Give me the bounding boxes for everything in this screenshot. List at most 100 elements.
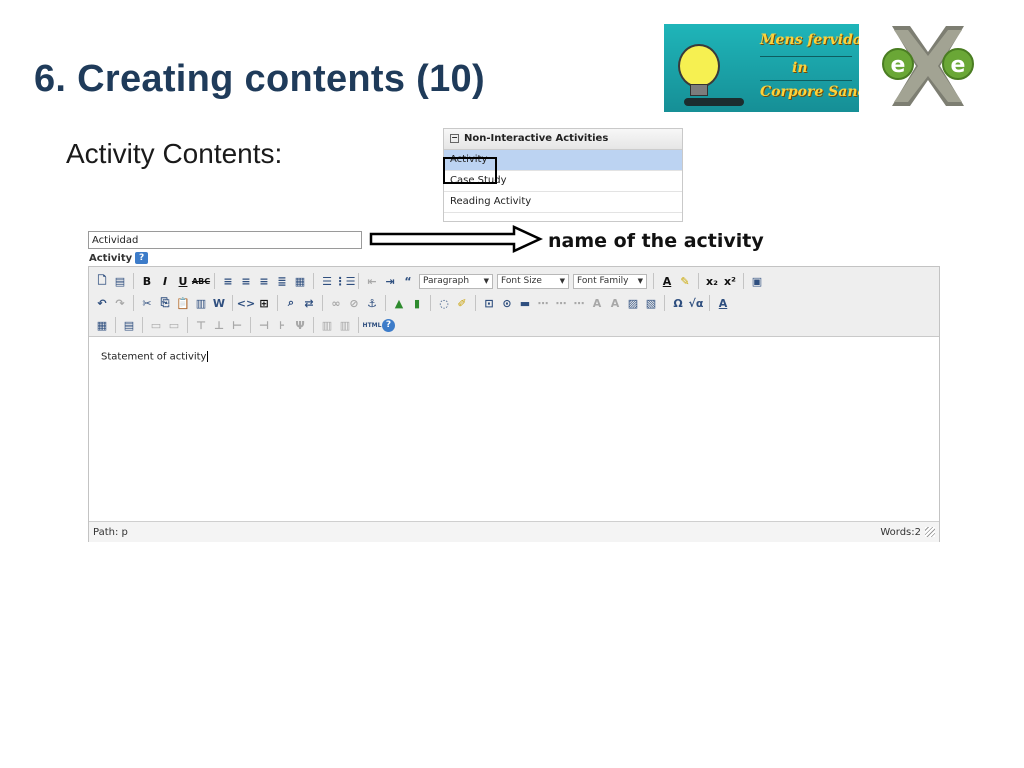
editor-toolbar: 🗋 ▤ B I U ABC ≡ ≡ ≡ ≣ ▦ ☰ ⋮☰ ⇤ ⇥ “ Parag…: [89, 267, 939, 337]
slide-title: 6. Creating contents (10): [34, 58, 485, 100]
paste-word-icon[interactable]: W: [211, 295, 227, 311]
dropdown-arrow-icon: ▼: [637, 277, 643, 285]
link-icon[interactable]: ∞: [328, 295, 344, 311]
replace-icon[interactable]: ⇄: [301, 295, 317, 311]
underline-icon[interactable]: U: [175, 273, 191, 289]
help-icon[interactable]: ?: [135, 252, 149, 264]
unlink-icon[interactable]: ⊘: [346, 295, 362, 311]
rich-text-editor: 🗋 ▤ B I U ABC ≡ ≡ ≡ ≣ ▦ ☰ ⋮☰ ⇤ ⇥ “ Parag…: [88, 266, 940, 542]
hr-icon[interactable]: ▬: [517, 295, 533, 311]
category-header[interactable]: − Non-Interactive Activities: [444, 129, 682, 150]
arrow-right-icon: [369, 225, 543, 253]
italic-icon[interactable]: I: [157, 273, 173, 289]
spelling-icon[interactable]: A: [715, 295, 731, 311]
align-right-icon[interactable]: ≡: [256, 273, 272, 289]
video-icon[interactable]: ▮: [409, 295, 425, 311]
table-delete-icon[interactable]: ▥: [319, 317, 335, 333]
slide-subtitle: Activity Contents:: [66, 138, 283, 169]
callout-label: name of the activity: [548, 230, 764, 252]
help-icon[interactable]: ?: [382, 318, 395, 332]
paragraph-format-select[interactable]: Paragraph ▼: [419, 273, 493, 289]
media-icon[interactable]: ▣: [749, 273, 765, 289]
anchor-icon[interactable]: ⚓: [364, 295, 380, 311]
styles-icon[interactable]: ▦: [292, 273, 308, 289]
align-center-icon[interactable]: ≡: [238, 273, 254, 289]
pagebreak-icon[interactable]: ⋯: [553, 295, 569, 311]
cut-icon[interactable]: ✂: [139, 295, 155, 311]
find-icon[interactable]: ⌕: [283, 295, 299, 311]
editor-statusbar: Path: p Words:2: [89, 521, 939, 542]
image-map-icon[interactable]: ▧: [643, 295, 659, 311]
blockquote-icon[interactable]: “: [400, 273, 416, 289]
advhr-icon[interactable]: ⊙: [499, 295, 515, 311]
bold-icon[interactable]: B: [139, 273, 155, 289]
align-justify-icon[interactable]: ≣: [274, 273, 290, 289]
visualchars-icon[interactable]: ⋯: [571, 295, 587, 311]
remove-format-icon[interactable]: ✐: [454, 295, 470, 311]
category-item-reading-activity[interactable]: Reading Activity: [444, 192, 682, 213]
highlight-icon[interactable]: ✎: [677, 273, 693, 289]
split-icon[interactable]: ⊦: [274, 317, 290, 333]
strikethrough-icon[interactable]: ABC: [192, 273, 210, 289]
templates-icon[interactable]: ▤: [112, 273, 128, 289]
col-props-icon[interactable]: Ψ: [292, 317, 308, 333]
text-cursor: [207, 351, 209, 362]
lightbulb-icon: [678, 44, 720, 88]
editor-label: Activity?: [89, 252, 149, 264]
selection-highlight-box: [443, 157, 497, 184]
fullscreen-icon[interactable]: ⊞: [256, 295, 272, 311]
resize-grip-icon[interactable]: [925, 527, 935, 537]
math-icon[interactable]: A: [607, 295, 623, 311]
paste-icon[interactable]: 📋: [175, 295, 191, 311]
paste-text-icon[interactable]: ▥: [193, 295, 209, 311]
code-icon[interactable]: <>: [237, 295, 255, 311]
insert-col-icon[interactable]: ⊢: [229, 317, 245, 333]
table-props-icon[interactable]: ▤: [121, 317, 137, 333]
exe-letter-left: e: [891, 53, 906, 78]
mens-fervida-logo: Mens fervida in Corpore Sano: [664, 24, 859, 112]
new-document-icon[interactable]: 🗋: [94, 273, 110, 289]
editor-content-area[interactable]: Statement of activity: [89, 337, 939, 521]
font-size-select[interactable]: Font Size ▼: [497, 273, 569, 289]
abbr-icon[interactable]: ⊡: [481, 295, 497, 311]
numbered-list-icon[interactable]: ⋮☰: [335, 273, 356, 289]
dropdown-arrow-icon: ▼: [559, 277, 565, 285]
image-icon[interactable]: ▲: [391, 295, 407, 311]
nonbreaking-icon[interactable]: ⋯: [535, 295, 551, 311]
status-path[interactable]: Path: p: [93, 527, 128, 538]
outdent-icon[interactable]: ⇤: [364, 273, 380, 289]
subscript-icon[interactable]: x₂: [704, 273, 720, 289]
merge-icon[interactable]: ⊣: [256, 317, 272, 333]
editor-text: Statement of activity: [101, 351, 207, 363]
logo-text-line1: Mens fervida: [760, 32, 859, 48]
logo-text-line2: in: [792, 60, 808, 76]
redo-icon[interactable]: ↷: [112, 295, 128, 311]
copy-icon[interactable]: ⎘: [157, 295, 173, 311]
font-color-icon[interactable]: A: [659, 273, 675, 289]
delete-row-icon[interactable]: ⊥: [211, 317, 227, 333]
spellcheck-icon[interactable]: ▨: [625, 295, 641, 311]
sqrt-icon[interactable]: √α: [688, 295, 704, 311]
insert-row-icon[interactable]: ⊤: [193, 317, 209, 333]
cleanup-icon[interactable]: ◌: [436, 295, 452, 311]
table-icon[interactable]: ▦: [94, 317, 110, 333]
toolbar-row-1: 🗋 ▤ B I U ABC ≡ ≡ ≡ ≣ ▦ ☰ ⋮☰ ⇤ ⇥ “ Parag…: [93, 270, 935, 292]
activity-name-input[interactable]: [88, 231, 362, 249]
collapse-icon[interactable]: −: [450, 133, 459, 143]
toolbar-row-3: ▦ ▤ ▭ ▭ ⊤ ⊥ ⊢ ⊣ ⊦ Ψ ▥ ▥ HTML ?: [93, 314, 935, 336]
omega-icon[interactable]: Ω: [670, 295, 686, 311]
table-merge-icon[interactable]: ▥: [337, 317, 353, 333]
charmap-icon[interactable]: A: [589, 295, 605, 311]
font-family-select[interactable]: Font Family ▼: [573, 273, 647, 289]
bullet-list-icon[interactable]: ☰: [319, 273, 335, 289]
superscript-icon[interactable]: x²: [722, 273, 738, 289]
undo-icon[interactable]: ↶: [94, 295, 110, 311]
row-icon[interactable]: ▭: [148, 317, 164, 333]
indent-icon[interactable]: ⇥: [382, 273, 398, 289]
exe-logo: e e: [882, 26, 974, 106]
dropdown-arrow-icon: ▼: [483, 277, 489, 285]
align-left-icon[interactable]: ≡: [220, 273, 236, 289]
cell-icon[interactable]: ▭: [166, 317, 182, 333]
html-icon[interactable]: HTML: [363, 317, 382, 333]
toolbar-row-2: ↶ ↷ ✂ ⎘ 📋 ▥ W <> ⊞ ⌕ ⇄ ∞ ⊘ ⚓ ▲ ▮ ◌ ✐ ⊡ ⊙…: [93, 292, 935, 314]
